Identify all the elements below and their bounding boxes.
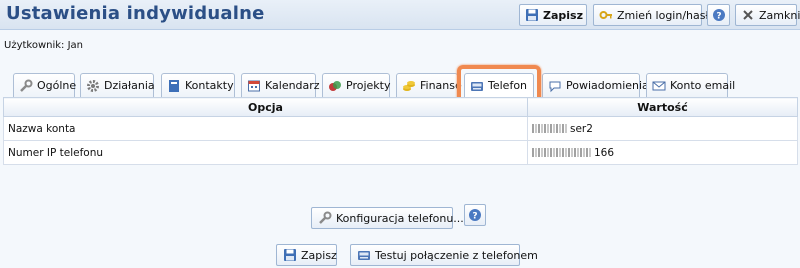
redacted-mask	[532, 124, 568, 133]
tab-projekty[interactable]: Projekty	[322, 73, 390, 97]
tab-kalendarz[interactable]: Kalendarz	[241, 73, 320, 97]
help-icon: ?	[468, 208, 482, 222]
help-button[interactable]: ?	[707, 4, 730, 26]
tab-ogolne[interactable]: Ogólne	[13, 73, 77, 97]
column-header-option: Opcja	[3, 97, 528, 117]
envelope-icon	[652, 79, 666, 93]
svg-text:?: ?	[472, 212, 477, 222]
option-cell: Nazwa konta	[3, 116, 528, 141]
tab-kontakty[interactable]: Kontakty	[161, 73, 235, 97]
tab-label: Ogólne	[37, 79, 77, 92]
speech-bubble-icon	[548, 79, 562, 93]
header-save-button[interactable]: Zapisz	[519, 4, 587, 26]
value-text: 166	[594, 146, 615, 159]
tab-label: Konto email	[670, 79, 736, 92]
redacted-mask	[532, 148, 592, 157]
tab-label: Kalendarz	[265, 79, 320, 92]
tab-label: Finanse	[420, 79, 462, 92]
tab-label: Działania	[104, 79, 155, 92]
value-cell[interactable]: ser2	[527, 116, 798, 141]
close-icon	[741, 8, 755, 22]
coins-icon	[402, 79, 416, 93]
tab-bar: Ogólne Działania Kontakty Kalendarz Proj…	[0, 73, 800, 97]
tab-konto-email[interactable]: Konto email	[646, 73, 735, 97]
change-login-button[interactable]: Zmień login/hasło	[593, 4, 715, 26]
phone-config-label: Konfiguracja telefonu...	[336, 211, 464, 225]
wrench-icon	[19, 79, 33, 93]
save-label: Zapisz	[301, 248, 337, 262]
svg-text:?: ?	[716, 12, 721, 22]
tab-label: Kontakty	[185, 79, 234, 92]
tab-label: Telefon	[488, 79, 528, 92]
change-login-label: Zmień login/hasło	[617, 8, 716, 22]
floppy-disk-icon	[283, 248, 297, 262]
page-title: Ustawienia indywidualne	[6, 3, 265, 24]
header-save-label: Zapisz	[543, 8, 583, 22]
wrench-icon	[318, 211, 332, 225]
tab-powiadomienia[interactable]: Powiadomienia	[542, 73, 649, 97]
tab-telefon[interactable]: Telefon	[464, 73, 534, 97]
phone-config-button[interactable]: Konfiguracja telefonu...	[311, 207, 464, 229]
settings-table: Opcja Wartość Nazwa konta ser2 Numer IP …	[3, 97, 798, 165]
test-connection-label: Testuj połączenie z telefonem	[375, 248, 538, 262]
option-cell: Numer IP telefonu	[3, 140, 528, 165]
value-cell[interactable]: 166	[527, 140, 798, 165]
test-connection-button[interactable]: Testuj połączenie z telefonem	[350, 244, 538, 266]
table-row: Numer IP telefonu 166	[3, 140, 798, 165]
close-label: Zamknij	[759, 8, 800, 22]
tab-finanse[interactable]: Finanse	[396, 73, 462, 97]
gear-icon	[86, 79, 100, 93]
projects-icon	[328, 79, 342, 93]
calendar-icon	[247, 79, 261, 93]
value-text: ser2	[570, 122, 593, 135]
phone-icon	[357, 248, 371, 262]
phone-icon	[470, 79, 484, 93]
table-row: Nazwa konta ser2	[3, 116, 798, 141]
tab-label: Powiadomienia	[566, 79, 649, 92]
table-header-row: Opcja Wartość	[3, 97, 798, 117]
column-header-value: Wartość	[527, 97, 798, 117]
header-bar: Ustawienia indywidualne Zapisz Zmień log…	[0, 0, 800, 30]
save-button[interactable]: Zapisz	[276, 244, 337, 266]
tab-label: Projekty	[346, 79, 391, 92]
phone-config-help-button[interactable]: ?	[464, 204, 486, 226]
tab-dzialania[interactable]: Działania	[80, 73, 155, 97]
user-label: Użytkownik: Jan	[4, 40, 84, 51]
floppy-disk-icon	[525, 8, 539, 22]
help-icon: ?	[712, 8, 726, 22]
close-button[interactable]: Zamknij	[735, 4, 800, 26]
address-book-icon	[167, 79, 181, 93]
key-icon	[599, 8, 613, 22]
